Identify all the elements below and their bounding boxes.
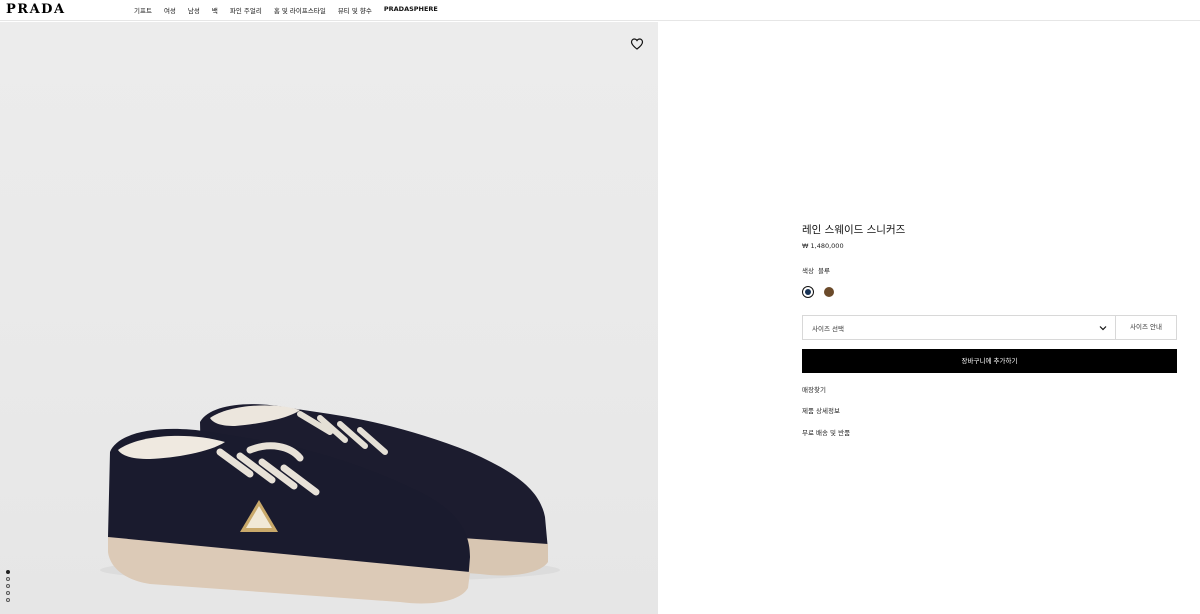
nav-pradasphere[interactable]: PRADASPHERE [384,5,438,15]
nav-home-lifestyle[interactable]: 홈 및 라이프스타일 [274,5,326,15]
color-value: 블루 [817,267,830,275]
nav-gift[interactable]: 기프트 [134,5,152,15]
carousel-dot-3[interactable] [6,584,10,588]
chevron-down-icon [1099,326,1107,331]
add-to-cart-button[interactable]: 장바구니에 추가하기 [802,349,1177,373]
nav-fine-jewelry[interactable]: 파인 주얼리 [230,5,262,15]
carousel-dot-2[interactable] [6,577,10,581]
site-header: PRADA 기프트 여성 남성 백 파인 주얼리 홈 및 라이프스타일 뷰티 및… [0,0,1200,21]
heart-icon[interactable] [630,37,644,51]
nav-men[interactable]: 남성 [188,5,200,15]
product-image-panel [0,22,658,614]
size-select[interactable]: 사이즈 선택 [802,315,1116,340]
carousel-dot-4[interactable] [6,591,10,595]
color-swatch-brown[interactable] [824,287,834,297]
nav-women[interactable]: 여성 [164,5,176,15]
carousel-dot-1[interactable] [6,570,10,574]
nav-bags[interactable]: 백 [212,5,218,15]
shipping-returns-link[interactable]: 무료 배송 및 반품 [802,427,850,437]
color-swatch-blue[interactable] [802,286,814,298]
product-image [100,404,560,604]
carousel-dots [6,570,10,602]
product-details-link[interactable]: 제품 상세정보 [802,405,840,415]
prada-logo[interactable]: PRADA [6,2,66,17]
product-title: 레인 스웨이드 스니커즈 [802,224,906,236]
color-label: 색상 [802,267,814,275]
color-info: 색상 블루 [802,265,830,275]
size-guide-button[interactable]: 사이즈 안내 [1116,315,1177,340]
size-select-label: 사이즈 선택 [812,325,844,333]
store-locator-link[interactable]: 매장찾기 [802,384,826,394]
carousel-dot-5[interactable] [6,598,10,602]
product-price: ₩ 1,480,000 [802,242,844,250]
main-nav: 기프트 여성 남성 백 파인 주얼리 홈 및 라이프스타일 뷰티 및 향수 PR… [134,5,450,15]
nav-beauty[interactable]: 뷰티 및 향수 [338,5,372,15]
